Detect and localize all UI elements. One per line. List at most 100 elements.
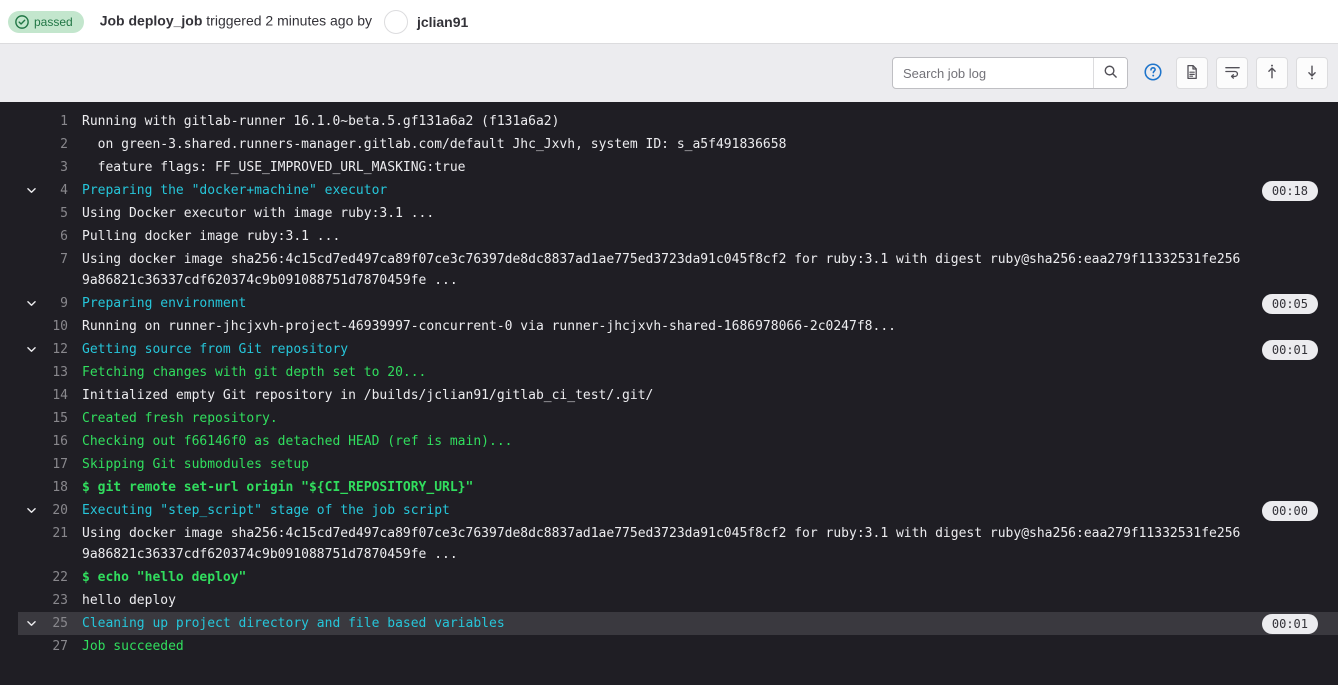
scroll-to-top-button[interactable] [1256,57,1288,89]
log-line[interactable]: 9 Preparing environment 00:05 [18,292,1338,315]
log-line-gutter [18,203,44,207]
job-title-line: Job deploy_job triggered 2 minutes ago b… [100,9,468,34]
section-duration-badge: 00:00 [1261,501,1318,521]
log-line-number[interactable]: 5 [44,203,82,224]
log-line-text: Running on runner-jhcjxvh-project-469399… [82,319,896,334]
log-line[interactable]: 6 Pulling docker image ruby:3.1 ... [18,225,1338,248]
log-line-number[interactable]: 15 [44,408,82,429]
log-line[interactable]: 1 Running with gitlab-runner 16.1.0~beta.… [18,110,1338,133]
log-line-gutter [18,249,44,253]
log-line-text: $ echo "hello deploy" [82,570,247,585]
log-line-number[interactable]: 16 [44,431,82,452]
log-line-number[interactable]: 4 [44,180,82,201]
log-line[interactable]: 25 Cleaning up project directory and file… [18,612,1338,635]
log-line-text: Checking out f66146f0 as detached HEAD (… [82,434,513,449]
job-log-panel[interactable]: 1 Running with gitlab-runner 16.1.0~beta.… [0,102,1338,685]
log-line-number[interactable]: 25 [44,613,82,634]
log-line-number[interactable]: 17 [44,454,82,475]
log-line-text: Skipping Git submodules setup [82,457,309,472]
log-line-text: Initialized empty Git repository in /bui… [82,388,654,403]
section-duration-badge: 00:01 [1261,614,1318,634]
search-input[interactable] [893,58,1093,88]
log-line-text: Getting source from Git repository [82,342,349,357]
log-line-number[interactable]: 27 [44,636,82,657]
check-circle-icon [15,14,29,29]
log-line[interactable]: 15 Created fresh repository. [18,407,1338,430]
log-line[interactable]: 4 Preparing the "docker+machine" executor… [18,179,1338,202]
log-line-text: Preparing the "docker+machine" executor [82,183,388,198]
log-line-number[interactable]: 7 [44,249,82,270]
chevron-down-icon[interactable] [18,500,44,517]
log-line[interactable]: 13 Fetching changes with git depth set to… [18,361,1338,384]
log-line-text: $ git remote set-url origin "${CI_REPOSI… [82,480,474,495]
log-line-text: Preparing environment [82,296,247,311]
log-line-number[interactable]: 2 [44,134,82,155]
log-line[interactable]: 23 hello deploy [18,589,1338,612]
soft-wrap-button[interactable] [1216,57,1248,89]
log-line-gutter [18,431,44,435]
log-line-number[interactable]: 13 [44,362,82,383]
log-line[interactable]: 18 $ git remote set-url origin "${CI_REPO… [18,476,1338,499]
log-line[interactable]: 20 Executing "step_script" stage of the j… [18,499,1338,522]
chevron-down-icon[interactable] [18,180,44,197]
question-circle-icon [1144,62,1162,84]
status-badge-label: passed [34,14,73,29]
section-duration-badge: 00:05 [1261,294,1318,314]
log-line-number[interactable]: 1 [44,111,82,132]
log-line-gutter [18,408,44,412]
log-line-gutter [18,316,44,320]
log-line[interactable]: 7 Using docker image sha256:4c15cd7ed497c… [18,248,1338,292]
log-line-number[interactable]: 6 [44,226,82,247]
log-line-number[interactable]: 3 [44,157,82,178]
log-line[interactable]: 21 Using docker image sha256:4c15cd7ed497… [18,522,1338,566]
chevron-down-icon[interactable] [18,339,44,356]
log-line-number[interactable]: 12 [44,339,82,360]
log-line-number[interactable]: 18 [44,477,82,498]
log-line[interactable]: 2 on green-3.shared.runners-manager.gitl… [18,133,1338,156]
log-line-number[interactable]: 20 [44,500,82,521]
log-line-text: Using docker image sha256:4c15cd7ed497ca… [82,526,1241,562]
job-trigger-info: triggered 2 minutes ago by [202,12,376,29]
log-line-number[interactable]: 21 [44,523,82,544]
scroll-to-top-icon [1264,64,1280,83]
chevron-down-icon[interactable] [18,613,44,630]
log-toolbar [0,44,1338,102]
log-line-text: feature flags: FF_USE_IMPROVED_URL_MASKI… [82,160,466,175]
log-line-number[interactable]: 23 [44,590,82,611]
log-line-gutter [18,385,44,389]
log-line-text: Running with gitlab-runner 16.1.0~beta.5… [82,114,560,129]
log-line[interactable]: 16 Checking out f66146f0 as detached HEAD… [18,430,1338,453]
log-line-gutter [18,134,44,138]
log-line-number[interactable]: 14 [44,385,82,406]
log-line-gutter [18,226,44,230]
scroll-to-bottom-button[interactable] [1296,57,1328,89]
chevron-down-icon[interactable] [18,293,44,310]
search-job-log[interactable] [892,57,1128,89]
log-line-gutter [18,111,44,115]
log-line[interactable]: 22 $ echo "hello deploy" [18,566,1338,589]
log-line-text: Pulling docker image ruby:3.1 ... [82,229,341,244]
log-line[interactable]: 17 Skipping Git submodules setup [18,453,1338,476]
soft-wrap-icon [1224,63,1241,83]
author-name[interactable]: jclian91 [417,14,468,30]
log-line-number[interactable]: 10 [44,316,82,337]
log-line-number[interactable]: 22 [44,567,82,588]
log-line-gutter [18,590,44,594]
log-line-text: Job succeeded [82,639,184,654]
status-badge: passed [8,10,84,33]
log-line[interactable]: 10 Running on runner-jhcjxvh-project-4693… [18,315,1338,338]
log-line[interactable]: 27 Job succeeded [18,635,1338,658]
log-line-gutter [18,362,44,366]
log-line-number[interactable]: 9 [44,293,82,314]
log-line[interactable]: 3 feature flags: FF_USE_IMPROVED_URL_MAS… [18,156,1338,179]
raw-log-button[interactable] [1176,57,1208,89]
avatar[interactable] [383,9,408,34]
log-line[interactable]: 12 Getting source from Git repository 00:0… [18,338,1338,361]
log-line-gutter [18,157,44,161]
job-header: passed Job deploy_job triggered 2 minute… [0,0,1338,44]
help-button[interactable] [1142,62,1164,84]
search-button[interactable] [1093,58,1127,88]
log-line[interactable]: 5 Using Docker executor with image ruby:3… [18,202,1338,225]
section-duration-badge: 00:01 [1261,340,1318,360]
log-line[interactable]: 14 Initialized empty Git repository in /b… [18,384,1338,407]
